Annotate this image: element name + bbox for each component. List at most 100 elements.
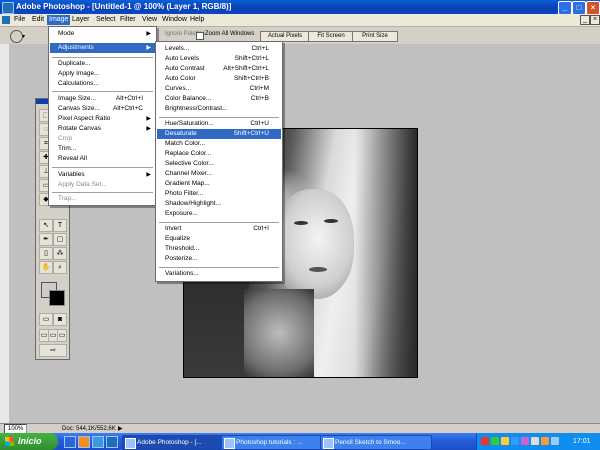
eyedropper-tool-icon[interactable]: ⁂ — [53, 247, 67, 260]
adj-channel-mixer[interactable]: Channel Mixer... — [157, 169, 281, 179]
menu-filter[interactable]: Filter — [118, 15, 138, 25]
image-menu-reveal-all[interactable]: Reveal All — [50, 154, 155, 164]
start-windows-icon — [5, 437, 14, 446]
image-menu-calculations[interactable]: Calculations... — [50, 79, 155, 89]
menu-view[interactable]: View — [140, 15, 159, 25]
adj-photo-filter[interactable]: Photo Filter... — [157, 189, 281, 199]
adj-color-balance[interactable]: Color Balance... Ctrl+B — [157, 94, 281, 104]
taskbar-item-photoshop-tutorials[interactable]: Photoshop tutorials : ... — [221, 435, 333, 450]
quicklaunch-ie-icon[interactable] — [92, 436, 104, 448]
adj-exposure[interactable]: Exposure... — [157, 209, 281, 219]
menu-item-label: Levels... — [165, 45, 190, 52]
adj-variations[interactable]: Variations... — [157, 269, 281, 279]
menu-image[interactable]: Image — [47, 15, 71, 25]
tray-messenger-icon[interactable] — [501, 437, 509, 445]
adj-levels[interactable]: Levels... Ctrl+L — [157, 44, 281, 54]
image-menu-pixel-aspect-ratio[interactable]: Pixel Aspect Ratio ▶ — [50, 114, 155, 124]
type-tool-icon[interactable]: T — [53, 219, 67, 232]
taskbar: Início Adobe Photoshop - [... Photoshop … — [0, 433, 600, 450]
notes-tool-icon[interactable]: ▯ — [39, 247, 53, 260]
photoshop-app-icon — [2, 2, 14, 14]
image-menu-duplicate[interactable]: Duplicate... — [50, 59, 155, 69]
tray-misc-icon[interactable] — [541, 437, 549, 445]
menu-window[interactable]: Window — [160, 15, 189, 25]
submenu-arrow-icon: ▶ — [146, 126, 151, 132]
adj-hue-saturation[interactable]: Hue/Saturation... Ctrl+U — [157, 119, 281, 129]
adj-auto-levels[interactable]: Auto Levels Shift+Ctrl+L — [157, 54, 281, 64]
adj-match-color[interactable]: Match Color... — [157, 139, 281, 149]
adj-equalize[interactable]: Equalize — [157, 234, 281, 244]
close-button[interactable]: × — [586, 1, 600, 15]
title-bar[interactable]: Adobe Photoshop - [Untitled-1 @ 100% (La… — [0, 0, 600, 15]
adj-selective-color[interactable]: Selective Color... — [157, 159, 281, 169]
standard-mode-icon[interactable]: ▭ — [39, 313, 53, 326]
image-menu-crop[interactable]: Crop — [50, 134, 155, 144]
image-menu-trim[interactable]: Trim... — [50, 144, 155, 154]
hand-necklace-region — [244, 289, 314, 377]
tray-app-icon[interactable] — [521, 437, 529, 445]
menu-item-label: Color Balance... — [165, 95, 212, 102]
shape-tool-icon[interactable]: ▢ — [53, 233, 67, 246]
adj-threshold[interactable]: Threshold... — [157, 244, 281, 254]
taskbar-item-pencil-sketch[interactable]: Pencil Sketch to Smoo... — [320, 435, 432, 450]
zoom-tool-icon[interactable]: ⌕ — [53, 261, 67, 274]
adj-posterize[interactable]: Posterize... — [157, 254, 281, 264]
adj-brightness-contrast[interactable]: Brightness/Contrast... — [157, 104, 281, 114]
pen-tool-icon[interactable]: ✒ — [39, 233, 53, 246]
menu-item-shortcut: Shift+Ctrl+U — [233, 130, 269, 137]
image-menu-image-size[interactable]: Image Size... Alt+Ctrl+I — [50, 94, 155, 104]
menu-item-label: Auto Levels — [165, 55, 199, 62]
menu-edit[interactable]: Edit — [30, 15, 46, 25]
tray-update-icon[interactable] — [511, 437, 519, 445]
menu-help[interactable]: Help — [188, 15, 206, 25]
image-menu-variables[interactable]: Variables ▶ — [50, 170, 155, 180]
adj-replace-color[interactable]: Replace Color... — [157, 149, 281, 159]
taskbar-item-label: Adobe Photoshop - [... — [137, 439, 202, 446]
adj-curves[interactable]: Curves... Ctrl+M — [157, 84, 281, 94]
menu-item-label: Pixel Aspect Ratio — [58, 115, 111, 122]
image-menu-apply-image[interactable]: Apply Image... — [50, 69, 155, 79]
zoom-all-checkbox[interactable] — [196, 32, 204, 40]
tray-network-icon[interactable] — [491, 437, 499, 445]
imageready-jump-icon[interactable]: ⇨ — [39, 344, 67, 357]
adj-auto-color[interactable]: Auto Color Shift+Ctrl+B — [157, 74, 281, 84]
image-menu-mode[interactable]: Mode ▶ — [50, 29, 155, 39]
adj-shadow-highlight[interactable]: Shadow/Highlight... — [157, 199, 281, 209]
image-menu-adjustments[interactable]: Adjustments ▶ — [50, 43, 155, 53]
hand-tool-icon[interactable]: ✋ — [39, 261, 53, 274]
image-menu-rotate-canvas[interactable]: Rotate Canvas ▶ — [50, 124, 155, 134]
menu-item-label: Mode — [58, 30, 75, 37]
image-menu-trap[interactable]: Trap... — [50, 194, 155, 204]
menu-separator — [52, 57, 153, 58]
path-selection-tool-icon[interactable]: ↖ — [39, 219, 53, 232]
fit-screen-button[interactable]: Fit Screen — [308, 31, 354, 42]
adj-gradient-map[interactable]: Gradient Map... — [157, 179, 281, 189]
quicklaunch-desktop-icon[interactable] — [64, 436, 76, 448]
tray-display-icon[interactable] — [551, 437, 559, 445]
tray-security-icon[interactable] — [481, 437, 489, 445]
doc-close-button[interactable]: × — [590, 15, 600, 25]
screen-mode-3-icon[interactable]: ▭ — [57, 329, 67, 342]
menu-layer[interactable]: Layer — [70, 15, 92, 25]
quicklaunch-firefox-icon[interactable] — [78, 436, 90, 448]
quickmask-mode-icon[interactable]: ◙ — [53, 313, 67, 326]
doc-minimize-button[interactable]: _ — [580, 15, 590, 25]
image-menu-apply-data-set[interactable]: Apply Data Set... — [50, 180, 155, 190]
foreground-color-swatch[interactable] — [49, 290, 65, 306]
menu-file[interactable]: File — [12, 15, 27, 25]
photoshop-menu-icon[interactable] — [2, 16, 10, 24]
adj-invert[interactable]: Invert Ctrl+I — [157, 224, 281, 234]
minimize-button[interactable]: _ — [558, 1, 572, 15]
clock[interactable]: 17:01 — [573, 433, 591, 450]
adj-desaturate[interactable]: Desaturate Shift+Ctrl+U — [157, 129, 281, 139]
print-size-button[interactable]: Print Size — [352, 31, 398, 42]
taskbar-item-photoshop[interactable]: Adobe Photoshop - [... — [122, 435, 234, 450]
start-button[interactable]: Início — [0, 433, 58, 450]
menu-item-label: Desaturate — [165, 130, 197, 137]
maximize-button[interactable]: □ — [572, 1, 586, 15]
quicklaunch-photoshop-icon[interactable] — [106, 436, 118, 448]
adj-auto-contrast[interactable]: Auto Contrast Alt+Shift+Ctrl+L — [157, 64, 281, 74]
menu-select[interactable]: Select — [94, 15, 117, 25]
tray-volume-icon[interactable] — [531, 437, 539, 445]
image-menu-canvas-size[interactable]: Canvas Size... Alt+Ctrl+C — [50, 104, 155, 114]
